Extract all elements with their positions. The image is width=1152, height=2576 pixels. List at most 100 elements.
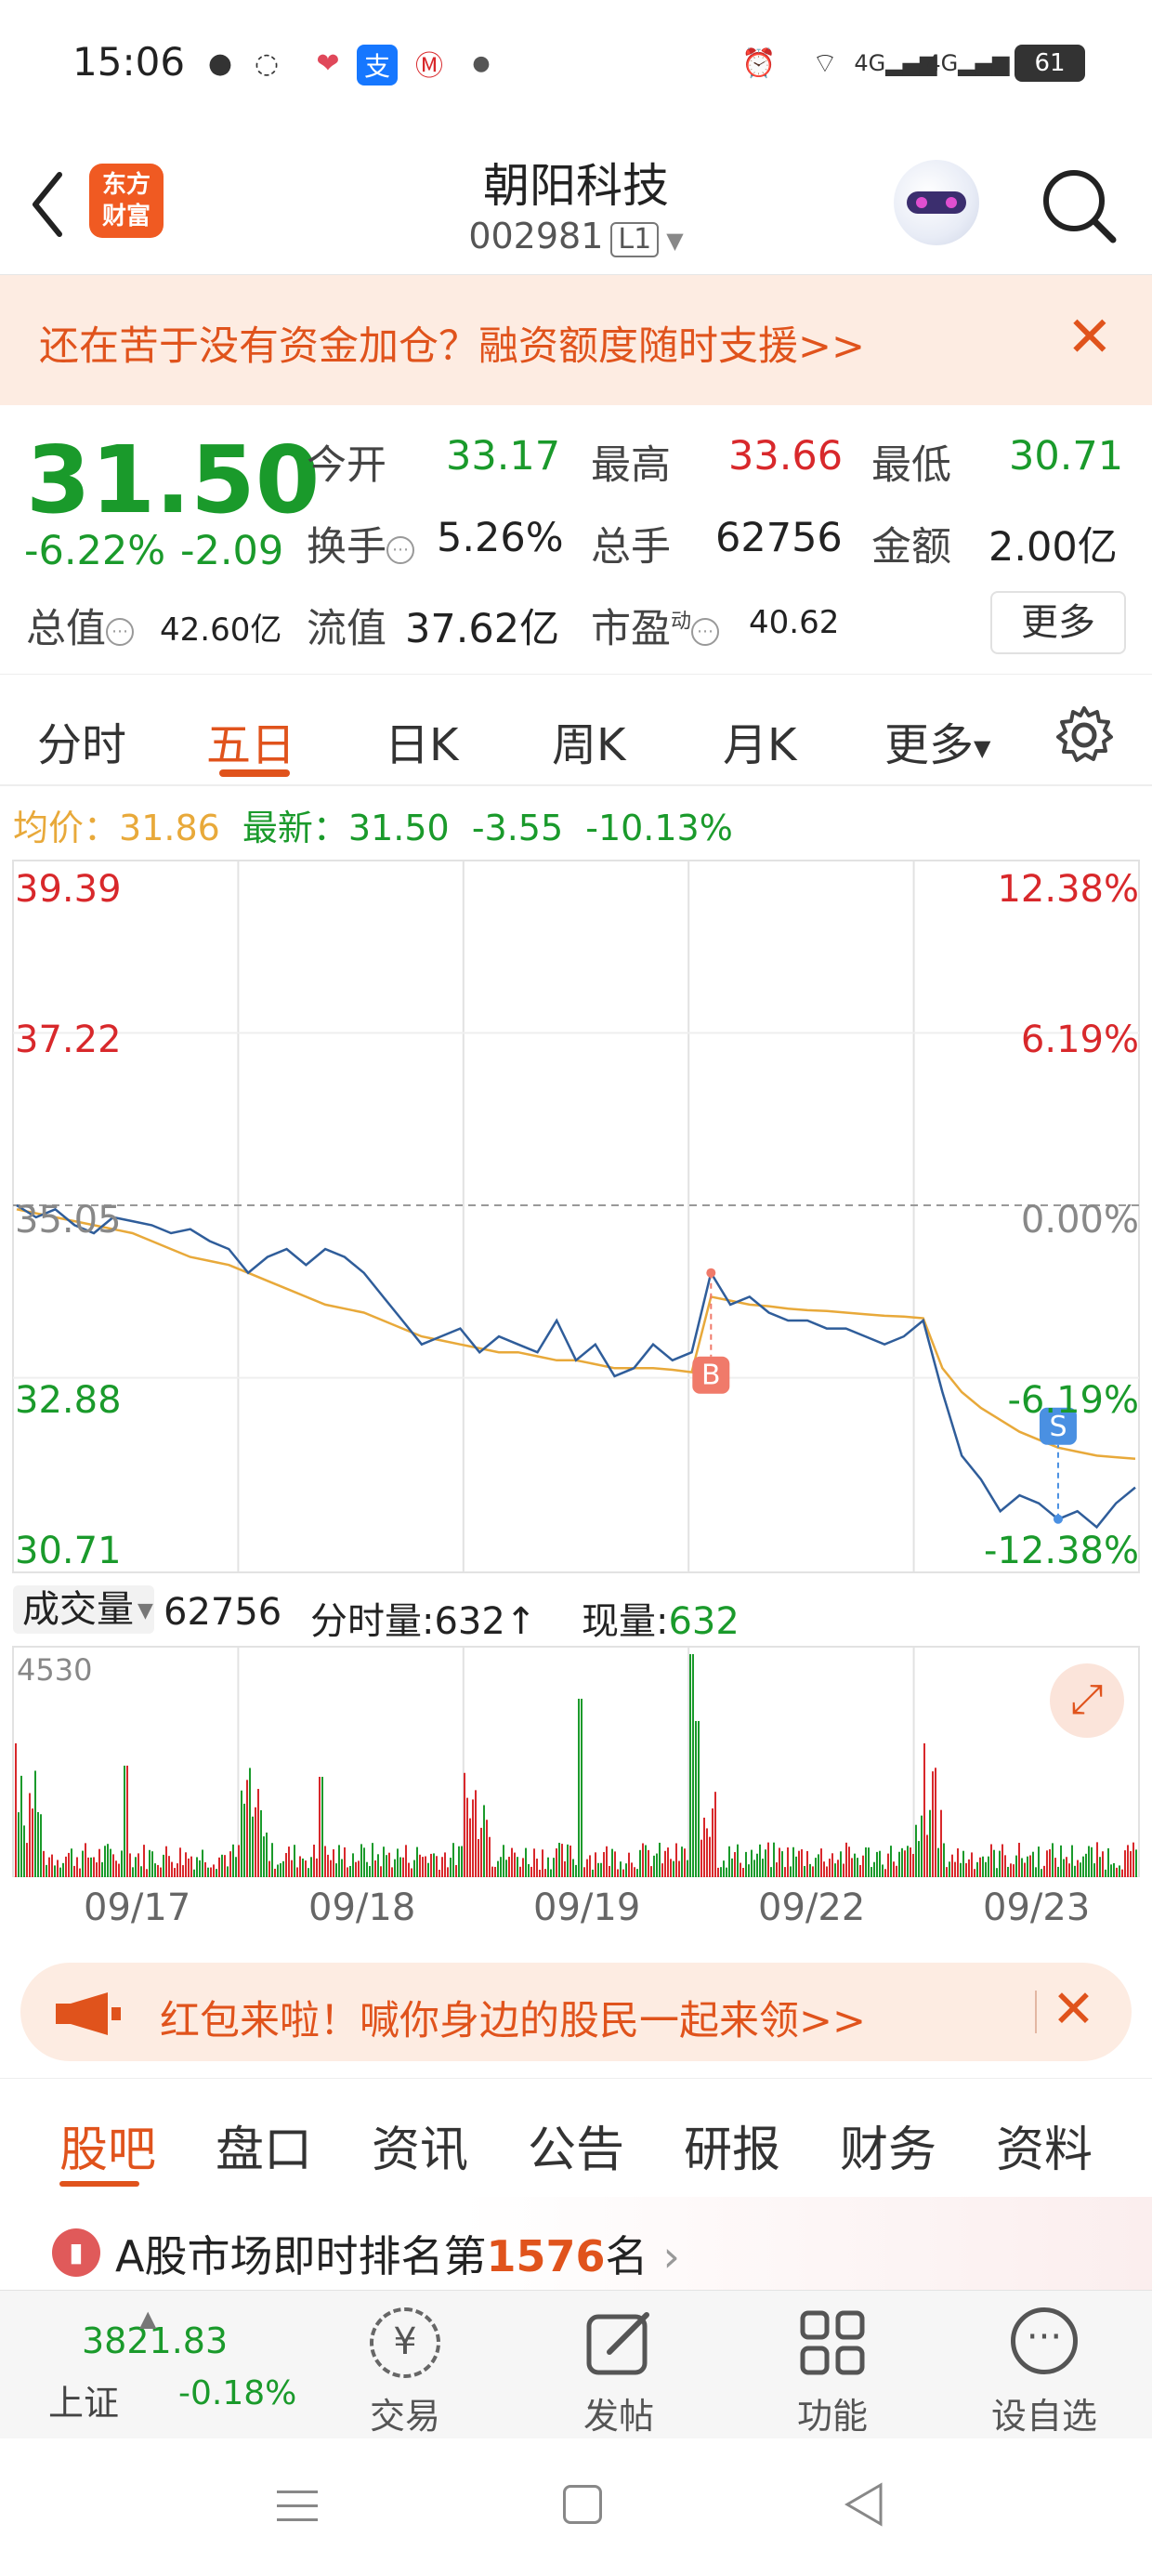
volume-bar xyxy=(1135,1849,1137,1877)
volume-chart[interactable] xyxy=(0,1645,1152,1877)
volume-bar xyxy=(843,1863,844,1877)
tab-financials[interactable]: 财务 xyxy=(840,2110,936,2180)
tab-news[interactable]: 资讯 xyxy=(372,2110,468,2180)
volume-bar xyxy=(386,1855,387,1877)
volume-bar xyxy=(840,1851,842,1877)
volume-bar xyxy=(1029,1855,1031,1877)
volume-bar xyxy=(664,1850,666,1877)
search-icon[interactable] xyxy=(1037,164,1120,247)
volume-bar xyxy=(999,1850,1001,1877)
volume-bar xyxy=(190,1856,192,1877)
margin-ad-banner[interactable]: 还在苦于没有资金加仓？融资额度随时支援>> ✕ xyxy=(0,275,1152,405)
back-triangle-icon[interactable] xyxy=(844,2481,884,2528)
red-packet-banner[interactable]: 红包来啦！喊你身边的股民一起来领>> ✕ xyxy=(20,1963,1132,2061)
volume-bar xyxy=(790,1866,792,1877)
volume-bar xyxy=(988,1856,989,1877)
info-icon[interactable]: ⋯ xyxy=(106,617,134,646)
volume-bar xyxy=(751,1849,753,1877)
more-button[interactable]: 更多 xyxy=(990,591,1126,654)
volume-bar xyxy=(1049,1848,1051,1877)
tab-weekly-k[interactable]: 周K xyxy=(552,708,625,773)
post-button[interactable]: 发帖 xyxy=(544,2291,693,2439)
volume-bar xyxy=(1080,1862,1081,1877)
volume-bar xyxy=(500,1857,502,1877)
info-icon[interactable]: ⋯ xyxy=(691,617,720,646)
volume-bar xyxy=(363,1847,365,1877)
volume-bar xyxy=(85,1843,86,1877)
volume-bar xyxy=(238,1845,240,1877)
close-icon[interactable]: ✕ xyxy=(1067,307,1113,368)
index-percent: -0.18% xyxy=(178,2374,297,2412)
tab-guba[interactable]: 股吧 xyxy=(59,2110,156,2180)
volume-selector[interactable]: 成交量 ▼ xyxy=(13,1585,154,1634)
volume-bar xyxy=(1068,1863,1070,1877)
settings-gear-icon[interactable] xyxy=(1052,703,1117,768)
add-watchlist-button[interactable]: ··· 设自选 xyxy=(970,2291,1119,2439)
volume-bar xyxy=(1063,1859,1065,1877)
tab-five-day[interactable]: 五日 xyxy=(206,708,295,773)
volume-label: 总手 xyxy=(591,524,671,571)
volume-bar xyxy=(792,1847,794,1877)
ad-text[interactable]: 还在苦于没有资金加仓？融资额度随时支援>> xyxy=(39,314,865,372)
volume-bar xyxy=(34,1770,36,1877)
volume-bar xyxy=(494,1866,496,1877)
tab-profile[interactable]: 资料 xyxy=(996,2110,1093,2180)
volume-bar xyxy=(592,1869,594,1877)
y-right-tick: 6.19% xyxy=(1020,1019,1139,1061)
tab-daily-k[interactable]: 日K xyxy=(385,708,458,773)
volume-bar xyxy=(712,1808,713,1877)
status-bar: 15:06 ● ◌ ❤ 支 Ⓜ ● ⏰ ⌔ 4G▂▄▆ 4G▂▄▆ 61 xyxy=(0,0,1152,139)
volume-bar xyxy=(154,1863,156,1877)
dropdown-triangle-icon: ▼ xyxy=(137,1599,153,1623)
robot-assistant-icon[interactable] xyxy=(894,160,979,245)
volume-bar xyxy=(374,1860,376,1877)
change-amount: -2.09 xyxy=(180,528,284,574)
volume-bar xyxy=(503,1845,504,1877)
volume-bar xyxy=(581,1699,583,1877)
volume-bar xyxy=(564,1860,566,1877)
volume-bar xyxy=(179,1847,181,1877)
red-packet-text[interactable]: 红包来啦！喊你身边的股民一起来领>> xyxy=(160,1989,866,2046)
volume-bar xyxy=(681,1847,683,1877)
volume-bar xyxy=(388,1852,390,1877)
volume-bar xyxy=(288,1847,290,1877)
volume-bar xyxy=(26,1843,28,1877)
tab-more[interactable]: 更多▼ xyxy=(884,708,990,773)
volume-bar xyxy=(1018,1843,1020,1877)
current-price: 31.50 xyxy=(26,426,321,534)
tab-intraday[interactable]: 分时 xyxy=(37,708,126,773)
tick-volume-value: 632 xyxy=(434,1600,505,1643)
five-day-price-chart[interactable]: BS xyxy=(0,855,1152,1580)
stock-code-row[interactable]: 002981 L1 ▼ xyxy=(0,216,1152,257)
tab-announcements[interactable]: 公告 xyxy=(528,2110,624,2180)
index-ticker[interactable]: 3821.83 ▲ 上证 -0.18% xyxy=(0,2291,297,2439)
volume-bar xyxy=(285,1853,287,1877)
market-rank-row[interactable]: ▮ A股市场即时排名第1576名 › xyxy=(0,2197,1152,2290)
volume-bar xyxy=(815,1858,817,1877)
tab-research[interactable]: 研报 xyxy=(684,2110,780,2180)
volume-bar xyxy=(556,1848,557,1877)
volume-bar xyxy=(380,1866,382,1877)
volume-bar xyxy=(857,1858,858,1877)
volume-bar xyxy=(18,1812,20,1877)
tab-monthly-k[interactable]: 月K xyxy=(723,708,796,773)
home-icon[interactable] xyxy=(563,2485,602,2524)
trade-button[interactable]: ¥ 交易 xyxy=(331,2291,479,2439)
tab-order-book[interactable]: 盘口 xyxy=(216,2110,312,2180)
volume-bar xyxy=(728,1846,730,1877)
volume-label: 成交量 xyxy=(22,1588,134,1631)
volume-bar xyxy=(333,1849,334,1877)
content-tabs: 股吧 盘口 资讯 公告 研报 财务 资料 xyxy=(0,2078,1152,2197)
volume-bar xyxy=(224,1855,226,1877)
turnover-value: 5.26% xyxy=(437,515,564,561)
info-icon[interactable]: ⋯ xyxy=(386,535,414,564)
volume-bar xyxy=(982,1856,984,1877)
functions-button[interactable]: 功能 xyxy=(758,2291,907,2439)
menu-icon[interactable] xyxy=(277,2485,318,2526)
volume-bar xyxy=(517,1857,518,1877)
volume-bar xyxy=(871,1867,872,1877)
volume-bar xyxy=(921,1815,923,1877)
close-icon[interactable]: ✕ xyxy=(1052,1979,1095,2040)
volume-panel-frame xyxy=(12,1646,1140,1877)
volume-bar xyxy=(461,1846,463,1877)
